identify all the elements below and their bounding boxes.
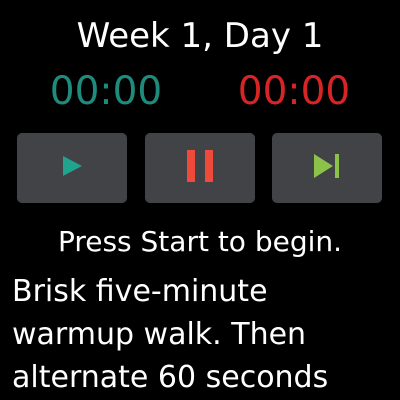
play-button[interactable] (17, 133, 127, 203)
remaining-timer: 00:00 (237, 69, 351, 114)
skip-next-icon (313, 153, 341, 183)
play-icon (60, 154, 84, 182)
workout-description: Brisk five-minute warmup walk. Then alte… (12, 274, 329, 395)
status-message: Press Start to begin. (57, 225, 343, 258)
workout-title: Week 1, Day 1 (76, 16, 324, 56)
pause-icon (185, 150, 215, 186)
playback-controls (17, 133, 383, 203)
elapsed-timer: 00:00 (49, 69, 163, 114)
skip-next-button[interactable] (272, 133, 382, 203)
pause-button[interactable] (145, 133, 255, 203)
